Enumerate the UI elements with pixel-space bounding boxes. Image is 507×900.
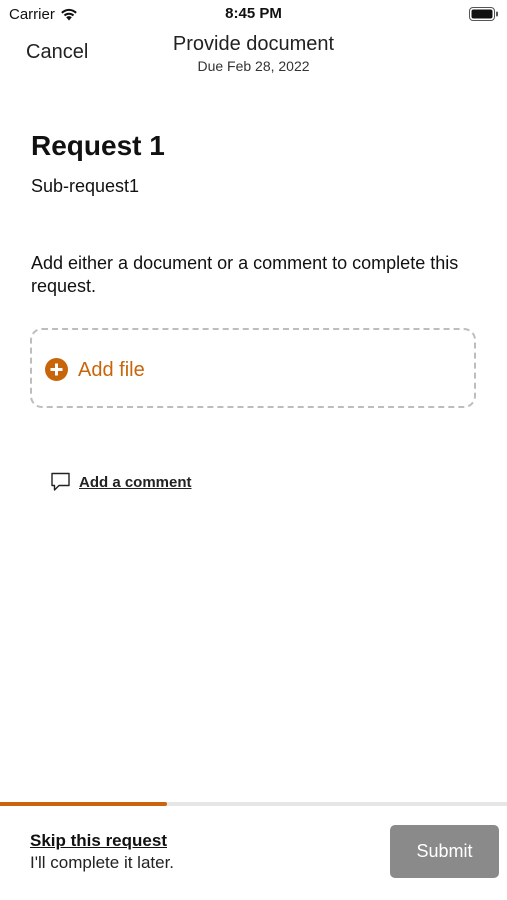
- add-comment-label: Add a comment: [79, 473, 192, 491]
- add-file-button[interactable]: Add file: [30, 328, 476, 408]
- instruction-text: Add either a document or a comment to co…: [31, 253, 459, 296]
- add-comment-link[interactable]: Add a comment: [50, 472, 192, 492]
- battery-icon: [469, 7, 498, 21]
- plus-circle-icon: [45, 358, 68, 381]
- progress-bar: [0, 802, 507, 806]
- status-bar: Carrier 8:45 PM: [0, 0, 507, 28]
- clock: 8:45 PM: [225, 5, 282, 22]
- request-title: Request 1: [31, 130, 165, 161]
- submit-button[interactable]: Submit: [390, 825, 499, 878]
- add-file-label: Add file: [78, 359, 145, 381]
- skip-note: I'll complete it later.: [30, 853, 175, 872]
- progress-fill: [0, 802, 168, 806]
- sub-request-label: Sub-request1: [31, 176, 140, 196]
- due-date: Due Feb 28, 2022: [197, 58, 310, 74]
- page-title: Provide document: [172, 33, 335, 55]
- speech-bubble-icon: [51, 472, 70, 491]
- skip-request-link[interactable]: Skip this request: [30, 831, 167, 851]
